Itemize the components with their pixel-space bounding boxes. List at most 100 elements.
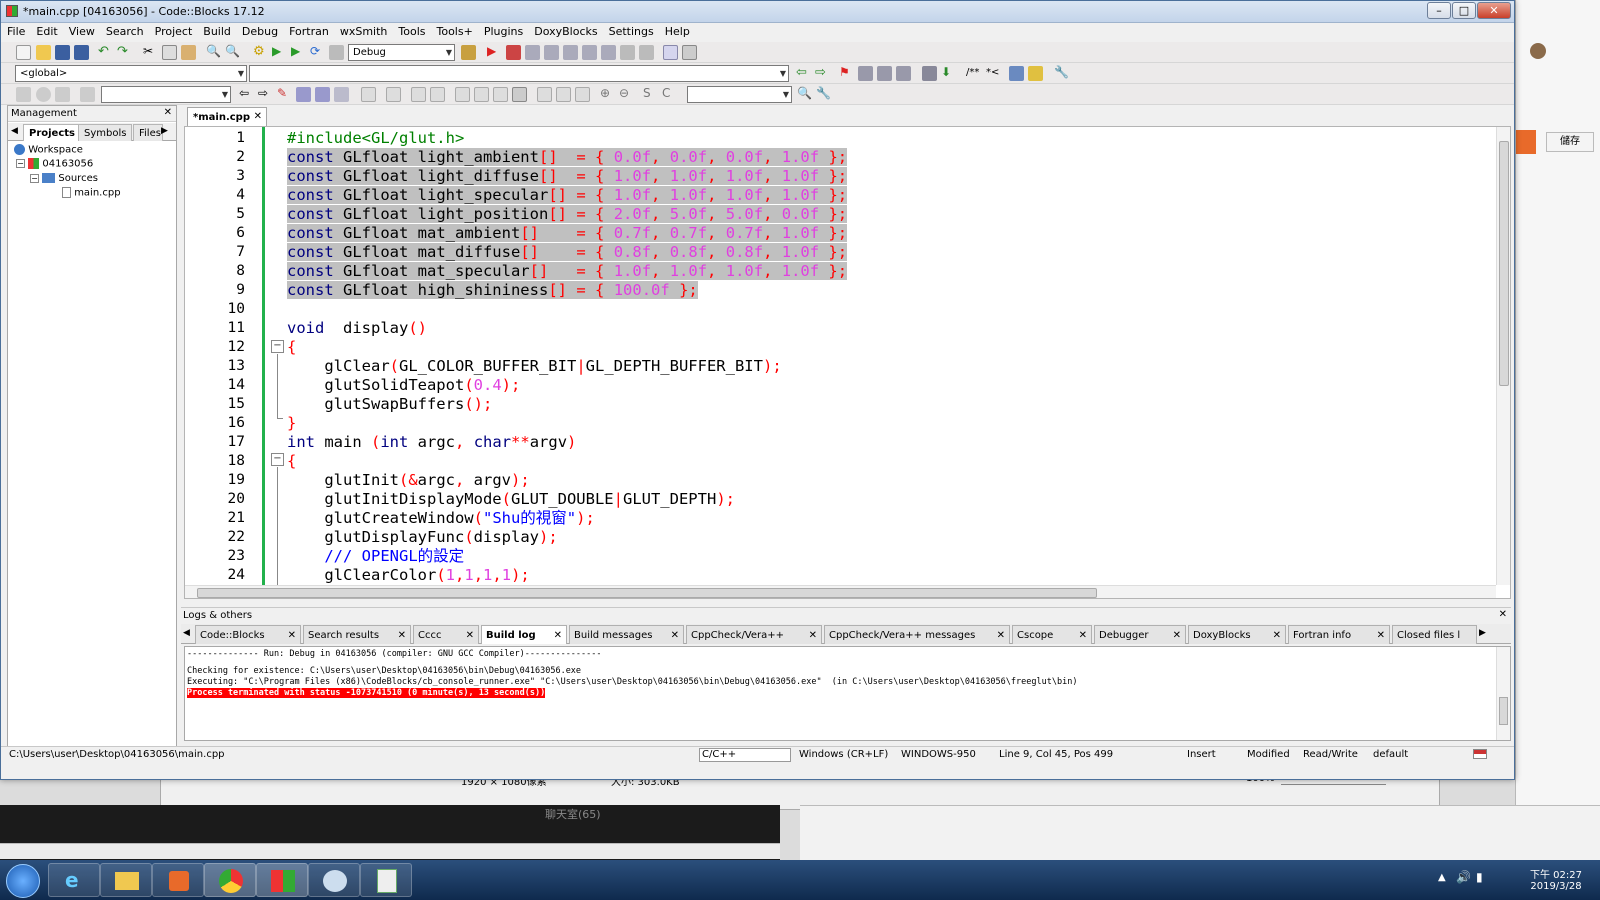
explorer-icon[interactable] [100,863,152,897]
vertical-scrollbar[interactable] [1496,127,1510,585]
media-player-icon[interactable] [152,863,204,897]
tab-cppcheck-messages[interactable]: CppCheck/Vera++ messages ✕ [824,625,1010,644]
menu-wxsmith[interactable]: wxSmith [334,23,393,38]
clear-bookmarks-icon[interactable] [896,66,911,81]
wrench-icon[interactable]: 🔧 [1054,66,1069,81]
menu-project[interactable]: Project [149,23,198,38]
volume-icon[interactable]: 🔊 [1456,870,1471,884]
horizontal-scrollbar[interactable] [185,585,1496,598]
tab-scroll-left-icon[interactable]: ◀ [11,126,18,136]
doxyblocks-help-icon[interactable] [1028,66,1043,81]
build-icon[interactable]: ⚙ [253,45,268,60]
menu-search[interactable]: Search [100,23,149,38]
maximize-button[interactable]: □ [1452,2,1476,19]
tree-workspace[interactable]: Workspace [14,144,83,156]
tab-codeblocks[interactable]: Code::Blocks ✕ [195,625,301,644]
scroll-thumb[interactable] [197,588,1097,598]
layout-grid-icon[interactable] [430,87,445,102]
tab-scroll-left-icon[interactable]: ◀ [183,628,190,638]
pointer-icon[interactable] [361,87,376,102]
clock[interactable]: 下午 02:27 2019/3/28 [1530,866,1582,892]
menu-doxyblocks[interactable]: DoxyBlocks [528,23,602,38]
save-all-icon[interactable] [74,45,89,60]
build-log-output[interactable]: -------------- Run: Debug in 04163056 (c… [184,646,1511,741]
prev-bookmark-icon[interactable] [858,66,873,81]
pause-icon[interactable] [620,45,635,60]
chrome-icon[interactable] [204,863,256,897]
undo-icon[interactable]: ↶ [98,45,113,60]
build-target-select[interactable]: Debug ▼ [348,44,455,61]
forward-icon[interactable] [55,87,70,102]
close-icon[interactable]: ✕ [1173,630,1181,641]
menu-tools-plus[interactable]: Tools+ [431,23,478,38]
menu-tools[interactable]: Tools [392,23,430,38]
start-button[interactable] [6,864,40,898]
tab-scroll-right-icon[interactable]: ▶ [161,126,168,136]
selected-text-icon[interactable] [296,87,311,102]
tab-scroll-right-icon[interactable]: ▶ [1479,628,1486,638]
next-bookmark-icon[interactable] [877,66,892,81]
menu-debug[interactable]: Debug [236,23,283,38]
menu-help[interactable]: Help [659,23,695,38]
replace-icon[interactable]: 🔍 [225,45,240,60]
show-info-icon[interactable] [922,66,937,81]
status-language[interactable]: C/C++ [699,748,791,762]
zoom-out-icon[interactable]: ⊖ [619,87,634,102]
doxyblocks-extract-icon[interactable] [1009,66,1024,81]
ie-icon[interactable]: e [48,863,100,897]
collapse-icon[interactable]: − [30,173,39,183]
jump-forward-icon[interactable]: ⇨ [815,66,830,81]
match-case-icon[interactable] [315,87,330,102]
fold-toggle-icon[interactable]: − [271,340,284,353]
widget-5-icon[interactable] [537,87,552,102]
rebuild-icon[interactable]: ⟳ [310,45,325,60]
step-instruction-icon[interactable] [601,45,616,60]
menu-file[interactable]: File [1,23,30,38]
close-icon[interactable]: ✕ [398,630,406,641]
debug-start-icon[interactable]: ▶ [487,45,502,60]
find-next-icon[interactable]: ⇨ [258,87,273,102]
close-icon[interactable]: ✕ [1079,630,1087,641]
close-icon[interactable]: ✕ [809,630,817,641]
tab-cscope[interactable]: Cscope ✕ [1012,625,1092,644]
tab-symbols[interactable]: Symbols [78,124,133,141]
tab-main-cpp[interactable]: *main.cpp ✕ [187,107,267,126]
target-settings-icon[interactable] [461,45,476,60]
menu-build[interactable]: Build [197,23,236,38]
avatar[interactable] [1530,43,1546,59]
regex-icon[interactable] [334,87,349,102]
fold-toggle-icon[interactable]: − [271,453,284,466]
jump-back-icon[interactable]: ⇦ [796,66,811,81]
paint-icon[interactable] [308,863,360,897]
various-info-icon[interactable] [682,45,697,60]
tree-file[interactable]: main.cpp [62,187,121,199]
collapse-icon[interactable]: − [16,159,25,168]
redo-icon[interactable]: ↷ [117,45,132,60]
run-icon[interactable]: ▶ [272,45,287,60]
uncomment-icon[interactable]: *< [986,66,1001,81]
close-icon[interactable]: ✕ [1377,630,1385,641]
menu-edit[interactable]: Edit [30,23,62,38]
highlight-icon[interactable]: ✎ [277,87,292,102]
search-tag-icon[interactable] [80,87,95,102]
tray-arrow-icon[interactable]: ▲ [1438,872,1446,883]
cut-icon[interactable]: ✂ [143,45,158,60]
widget-6-icon[interactable] [556,87,571,102]
comment-icon[interactable]: /** [966,66,981,81]
build-run-icon[interactable]: ▶ [291,45,306,60]
home-icon[interactable] [36,87,51,102]
tab-search-results[interactable]: Search results ✕ [303,625,411,644]
tab-files[interactable]: Files [133,124,163,141]
tab-debugger[interactable]: Debugger ✕ [1094,625,1186,644]
scope-select[interactable]: <global> ▼ [15,65,247,82]
copy-icon[interactable] [162,45,177,60]
tab-fortran-info[interactable]: Fortran info ✕ [1288,625,1390,644]
thesaurus-icon[interactable]: C [662,87,677,102]
close-icon[interactable]: ✕ [1273,630,1281,641]
widget-4-icon[interactable] [512,87,527,102]
back-icon[interactable] [16,87,31,102]
save-button[interactable]: 儲存 [1546,132,1594,152]
widget-1-icon[interactable] [455,87,470,102]
close-icon[interactable]: ✕ [1499,609,1507,620]
spell-icon[interactable]: S [643,87,658,102]
